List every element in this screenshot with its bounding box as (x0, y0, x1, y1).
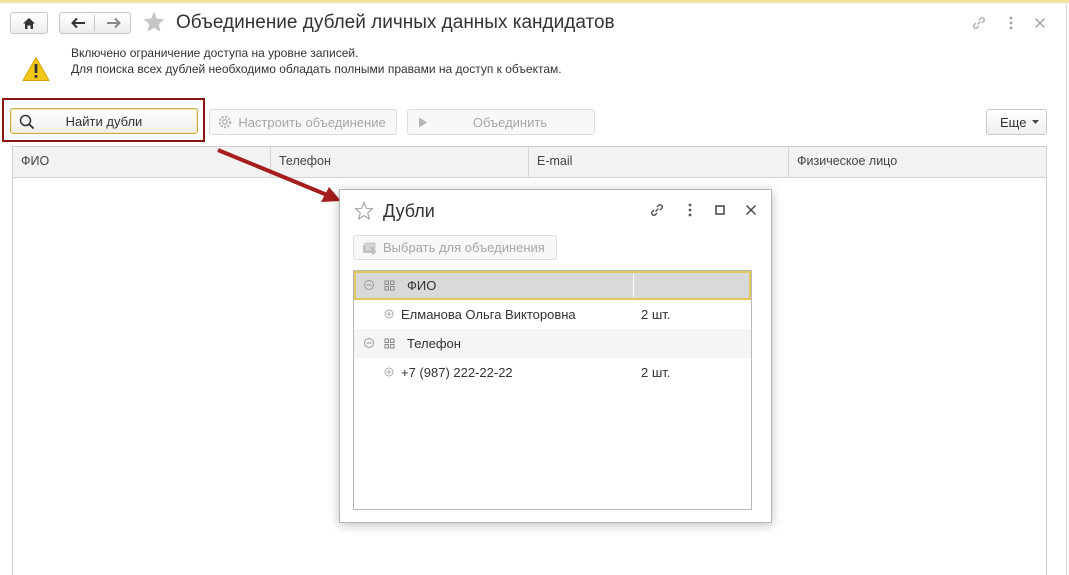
page-title: Объединение дублей личных данных кандида… (176, 12, 615, 33)
kebab-menu-icon (1009, 16, 1013, 30)
home-icon (23, 17, 35, 29)
history-nav-group (59, 12, 131, 34)
search-icon (19, 114, 35, 130)
grouping-icon (384, 338, 395, 349)
merge-button[interactable]: Объединить (407, 109, 595, 135)
tree-group-row[interactable]: Телефон (354, 329, 751, 358)
find-duplicates-label: Найти дубли (65, 113, 143, 129)
kebab-menu-icon (688, 203, 692, 217)
configure-merge-button[interactable]: Настроить объединение (209, 109, 397, 135)
nav-separator (94, 15, 95, 31)
item-count: 2 шт. (641, 365, 671, 380)
tree-item-row[interactable]: +7 (987) 222-22-22 2 шт. (354, 358, 751, 387)
collapse-icon[interactable] (363, 279, 375, 291)
close-icon (1035, 18, 1045, 28)
item-value: Елманова Ольга Викторовна (401, 307, 576, 322)
link-icon (651, 204, 663, 216)
more-label: Еще (1000, 114, 1027, 130)
dialog-more-button[interactable] (682, 202, 698, 218)
arrow-right-icon (106, 17, 121, 29)
maximize-icon (715, 205, 725, 215)
column-header-phone[interactable]: Телефон (271, 147, 529, 177)
link-button[interactable] (970, 14, 988, 32)
dialog-maximize-button[interactable] (712, 202, 728, 218)
close-window-button[interactable] (1031, 14, 1049, 32)
expand-icon[interactable] (383, 308, 395, 320)
select-stack-icon (363, 242, 377, 255)
group-name: Телефон (407, 336, 461, 351)
more-button[interactable]: Еще (986, 109, 1047, 135)
warning-icon (22, 56, 50, 81)
item-count: 2 шт. (641, 307, 671, 322)
tree-item-row[interactable]: Елманова Ольга Викторовна 2 шт. (354, 300, 751, 329)
back-button[interactable] (60, 13, 95, 33)
tree-group-row[interactable]: ФИО (354, 271, 751, 300)
duplicates-dialog: Дубли Выбрать для объединения ФИО Елмано… (339, 189, 772, 523)
select-for-merge-label: Выбрать для объединения (383, 240, 545, 255)
favorite-star-icon[interactable] (354, 201, 374, 221)
select-for-merge-button[interactable]: Выбрать для объединения (353, 235, 557, 260)
dialog-link-button[interactable] (649, 202, 665, 218)
more-actions-button[interactable] (1002, 14, 1020, 32)
configure-merge-label: Настроить объединение (238, 114, 386, 130)
link-icon (973, 17, 985, 29)
warning-message: Включено ограничение доступа на уровне з… (71, 45, 562, 77)
collapse-icon[interactable] (363, 337, 375, 349)
arrow-left-icon (70, 17, 85, 29)
column-header-person[interactable]: Физическое лицо (789, 147, 1046, 177)
find-duplicates-button[interactable]: Найти дубли (10, 108, 198, 134)
group-name: ФИО (407, 278, 437, 293)
item-value: +7 (987) 222-22-22 (401, 365, 513, 380)
play-icon (419, 117, 427, 128)
grouping-icon (384, 280, 395, 291)
gear-icon (218, 115, 232, 129)
table-header: ФИО Телефон E-mail Физическое лицо (13, 147, 1046, 178)
close-icon (746, 205, 756, 215)
forward-button[interactable] (96, 13, 131, 33)
warning-line-2: Для поиска всех дублей необходимо облада… (71, 62, 562, 76)
column-separator (633, 274, 634, 297)
dialog-close-button[interactable] (743, 202, 759, 218)
home-button[interactable] (10, 12, 48, 34)
merge-label: Объединить (472, 114, 548, 130)
column-header-fio[interactable]: ФИО (13, 147, 271, 177)
favorite-star-icon[interactable] (142, 10, 166, 34)
dialog-title: Дубли (383, 201, 435, 221)
warning-line-1: Включено ограничение доступа на уровне з… (71, 46, 359, 60)
dropdown-arrow-icon (1032, 120, 1040, 124)
column-header-email[interactable]: E-mail (529, 147, 789, 177)
duplicates-tree: ФИО Елманова Ольга Викторовна 2 шт. Теле… (353, 270, 752, 510)
expand-icon[interactable] (383, 366, 395, 378)
window-top-border (0, 0, 1069, 3)
window-right-border (1066, 3, 1067, 575)
